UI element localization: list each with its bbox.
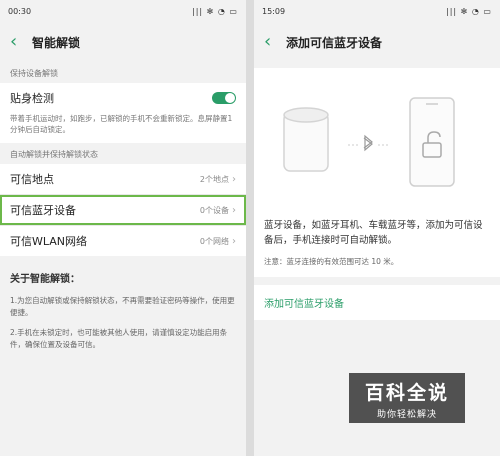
- body-detect-toggle[interactable]: [212, 92, 236, 104]
- status-time: 15:09: [262, 6, 286, 16]
- status-bar: 15:09 ||| ✻ ◔ ▭: [254, 0, 500, 22]
- about-paragraph-1: 1.为您自动解锁或保持解锁状态，不再需要验证密码等操作，使用更便捷。: [10, 296, 235, 317]
- phone-icon: [409, 97, 455, 187]
- about-paragraph-2: 2.手机在未锁定时，也可能被其他人使用，请谨慎设定功能启用条件，确保位置及设备可…: [10, 328, 228, 349]
- watermark-subtitle: 助你轻松解决: [376, 410, 437, 420]
- watermark-title: 百科全说: [364, 382, 449, 404]
- speaker-icon: [283, 107, 329, 172]
- title-bar: ‹ 智能解锁: [0, 22, 246, 62]
- chevron-right-icon: ›: [232, 235, 236, 247]
- body-detect-label: 贴身检测: [10, 92, 54, 105]
- trusted-wlan-label: 可信WLAN网络: [10, 235, 88, 248]
- page-title: 智能解锁: [32, 35, 81, 50]
- trusted-places-item[interactable]: 可信地点 2个地点 ›: [0, 164, 246, 194]
- chevron-right-icon: ›: [232, 173, 236, 185]
- watermark-logo: 百科全说 助你轻松解决: [349, 373, 465, 423]
- section-keep-unlocked: 保持设备解锁: [10, 69, 58, 78]
- status-time: 00:30: [8, 6, 32, 16]
- about-title: 关于智能解锁：: [10, 274, 80, 285]
- bluetooth-illustration: [254, 68, 500, 218]
- back-icon[interactable]: ‹: [10, 33, 28, 51]
- trusted-wlan-count: 0个网络: [199, 236, 229, 246]
- trusted-places-label: 可信地点: [10, 173, 54, 186]
- smart-unlock-screen: 00:30 ||| ✻ ◔ ▭ ‹ 智能解锁 保持设备解锁 贴身检测 带着手机运…: [0, 0, 246, 456]
- add-trusted-bluetooth-button[interactable]: 添加可信蓝牙设备: [254, 285, 500, 320]
- body-detect-row[interactable]: 贴身检测: [0, 83, 246, 113]
- trusted-bluetooth-count: 0个设备: [199, 205, 229, 215]
- trusted-places-count: 2个地点: [199, 174, 229, 184]
- back-icon[interactable]: ‹: [264, 33, 282, 51]
- illustration-svg: [283, 97, 455, 187]
- trusted-bluetooth-label: 可信蓝牙设备: [10, 204, 76, 217]
- section-auto-unlock: 自动解锁并保持解锁状态: [10, 150, 98, 159]
- trusted-wlan-item[interactable]: 可信WLAN网络 0个网络 ›: [0, 226, 246, 256]
- bluetooth-description: 蓝牙设备，如蓝牙耳机、车载蓝牙等，添加为可信设备后，手机连接时可自动解锁。: [264, 220, 483, 246]
- title-bar: ‹ 添加可信蓝牙设备: [254, 22, 500, 62]
- status-icons: ||| ✻ ◔ ▭: [192, 6, 238, 16]
- page-title: 添加可信蓝牙设备: [286, 35, 383, 50]
- about-section: 关于智能解锁： 1.为您自动解锁或保持解锁状态，不再需要验证密码等操作，使用更便…: [0, 256, 246, 373]
- body-detect-desc: 带着手机运动时，如跑步，已解锁的手机不会重新锁定。息屏静置1分钟后自动锁定。: [0, 113, 246, 143]
- trusted-bluetooth-item[interactable]: 可信蓝牙设备 0个设备 ›: [0, 195, 246, 225]
- chevron-right-icon: ›: [232, 204, 236, 216]
- range-note: 注意：蓝牙连接的有效范围可达 10 米。: [264, 257, 399, 266]
- description-block: 蓝牙设备，如蓝牙耳机、车载蓝牙等，添加为可信设备后，手机连接时可自动解锁。 注意…: [254, 218, 500, 277]
- bluetooth-icon: [348, 134, 388, 152]
- status-bar: 00:30 ||| ✻ ◔ ▭: [0, 0, 246, 22]
- status-icons: ||| ✻ ◔ ▭: [446, 6, 492, 16]
